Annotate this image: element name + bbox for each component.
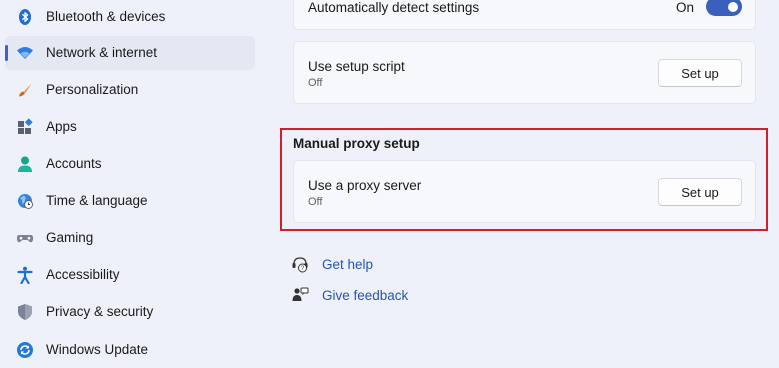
get-help-label: Get help <box>322 256 374 272</box>
sidebar-item-label: Time & language <box>46 193 148 208</box>
toggle-state-label: On <box>676 0 695 15</box>
sidebar-item-gaming[interactable]: Gaming <box>5 221 255 255</box>
sidebar-item-label: Bluetooth & devices <box>46 9 166 24</box>
auto-detect-title: Automatically detect settings <box>308 0 480 15</box>
sidebar-item-label: Gaming <box>46 230 94 245</box>
sidebar-item-privacy-security[interactable]: Privacy & security <box>5 295 255 329</box>
settings-window: Bluetooth & devices Network & internet P… <box>0 0 779 368</box>
manual-proxy-heading: Manual proxy setup <box>293 136 420 151</box>
setup-script-button[interactable]: Set up <box>658 59 742 87</box>
setup-script-card: Use setup script Off Set up <box>293 41 756 104</box>
auto-detect-card: Automatically detect settings On <box>293 0 756 30</box>
sidebar: Bluetooth & devices Network & internet P… <box>0 0 262 368</box>
proxy-server-title: Use a proxy server <box>308 178 422 193</box>
sidebar-item-personalization[interactable]: Personalization <box>5 73 255 107</box>
get-help-link[interactable]: ? Get help <box>291 254 373 274</box>
person-icon <box>16 155 34 173</box>
feedback-icon <box>291 286 309 304</box>
sidebar-item-label: Apps <box>46 119 77 134</box>
sidebar-item-label: Accessibility <box>46 267 120 282</box>
sidebar-item-network[interactable]: Network & internet <box>5 36 255 70</box>
gamepad-icon <box>16 229 34 247</box>
toggle-knob <box>728 1 738 12</box>
apps-icon <box>16 118 34 136</box>
proxy-server-status: Off <box>308 196 323 208</box>
sidebar-item-bluetooth[interactable]: Bluetooth & devices <box>5 0 255 34</box>
sidebar-item-label: Network & internet <box>46 45 158 60</box>
accessibility-icon <box>16 266 34 284</box>
sidebar-item-windows-update[interactable]: Windows Update <box>5 333 255 367</box>
update-icon <box>16 341 34 359</box>
wifi-icon <box>16 44 34 62</box>
globe-clock-icon <box>16 192 34 210</box>
sidebar-item-accessibility[interactable]: Accessibility <box>5 258 255 292</box>
bluetooth-icon <box>16 8 34 26</box>
give-feedback-label: Give feedback <box>322 287 409 303</box>
shield-icon <box>16 303 34 321</box>
proxy-setup-button[interactable]: Set up <box>658 178 742 206</box>
brush-icon <box>16 81 34 99</box>
give-feedback-link[interactable]: Give feedback <box>291 285 408 305</box>
help-icon: ? <box>291 255 309 273</box>
active-indicator <box>5 45 8 61</box>
proxy-server-card: Use a proxy server Off Set up <box>293 160 756 223</box>
setup-script-title: Use setup script <box>308 59 405 74</box>
sidebar-item-accounts[interactable]: Accounts <box>5 147 255 181</box>
sidebar-item-time-language[interactable]: Time & language <box>5 184 255 218</box>
sidebar-item-label: Windows Update <box>46 342 149 357</box>
sidebar-item-apps[interactable]: Apps <box>5 110 255 144</box>
sidebar-item-label: Accounts <box>46 156 102 171</box>
sidebar-item-label: Privacy & security <box>46 304 154 319</box>
auto-detect-toggle[interactable] <box>706 0 742 16</box>
setup-script-status: Off <box>308 77 323 89</box>
sidebar-item-label: Personalization <box>46 82 139 97</box>
